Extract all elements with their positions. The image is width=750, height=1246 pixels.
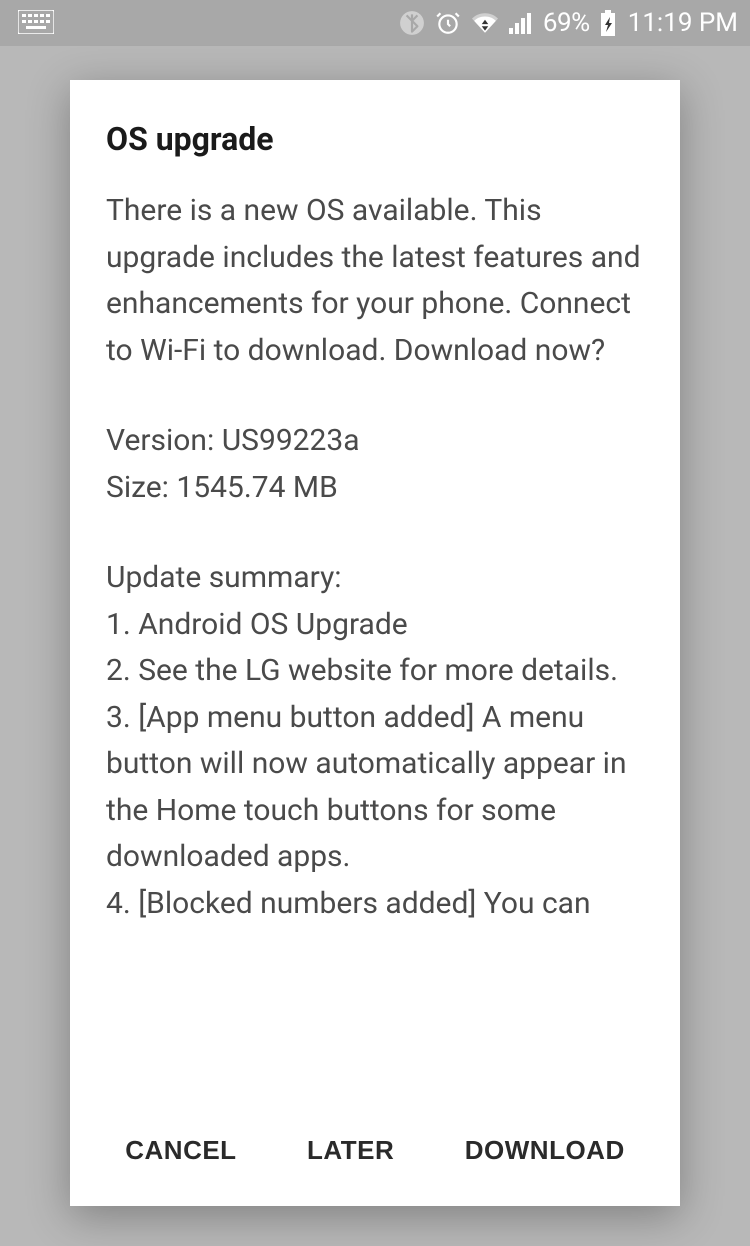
download-button[interactable]: DOWNLOAD	[451, 1125, 639, 1176]
dialog-title: OS upgrade	[70, 120, 680, 188]
summary-item: 4. [Blocked numbers added] You can	[106, 881, 644, 928]
signal-icon	[509, 12, 533, 34]
summary-item: 2. See the LG website for more details.	[106, 648, 644, 695]
dialog-intro-text: There is a new OS available. This upgrad…	[106, 188, 644, 374]
wifi-icon	[471, 10, 499, 36]
battery-percent: 69%	[543, 8, 590, 38]
summary-item: 1. Android OS Upgrade	[106, 602, 644, 649]
os-upgrade-dialog: OS upgrade There is a new OS available. …	[70, 80, 680, 1206]
later-button[interactable]: LATER	[293, 1125, 408, 1176]
size-line: Size: 1545.74 MB	[106, 465, 644, 512]
version-size-block: Version: US99223a Size: 1545.74 MB	[106, 418, 644, 511]
update-summary: Update summary: 1. Android OS Upgrade 2.…	[106, 555, 644, 927]
summary-item: 3. [App menu button added] A menu button…	[106, 695, 644, 881]
bluetooth-icon	[399, 10, 425, 36]
alarm-icon	[435, 10, 461, 36]
dialog-body: There is a new OS available. This upgrad…	[70, 188, 680, 1097]
keyboard-icon	[18, 10, 54, 34]
status-bar: 69% 11:19 PM	[0, 0, 750, 46]
cancel-button[interactable]: CANCEL	[111, 1125, 250, 1176]
status-time: 11:19 PM	[628, 8, 738, 38]
summary-header: Update summary:	[106, 555, 644, 602]
battery-icon	[600, 10, 616, 36]
version-line: Version: US99223a	[106, 418, 644, 465]
dialog-actions: CANCEL LATER DOWNLOAD	[70, 1097, 680, 1186]
